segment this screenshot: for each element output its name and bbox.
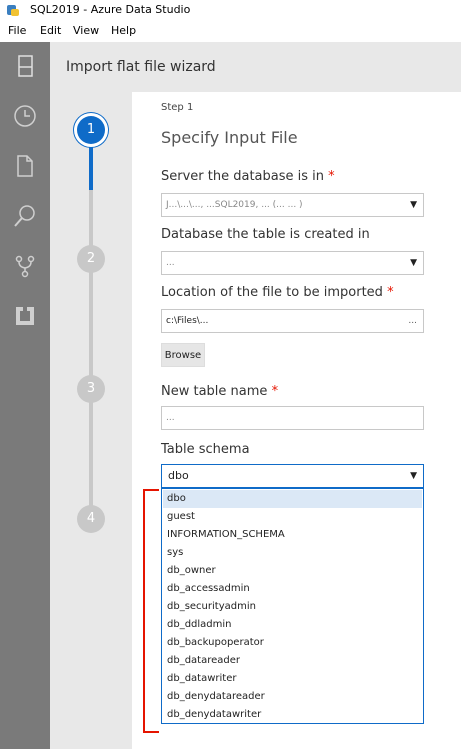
schema-option[interactable]: db_datawriter <box>163 670 422 688</box>
activity-bar <box>0 42 50 749</box>
explorer-icon[interactable] <box>13 54 37 78</box>
browse-button[interactable]: Browse <box>161 343 205 367</box>
schema-option[interactable]: db_backupoperator <box>163 634 422 652</box>
extensions-icon[interactable] <box>13 304 37 328</box>
file-location-input[interactable]: c:\Files\... ... <box>161 309 424 333</box>
wizard-title: Import flat file wizard <box>66 59 216 75</box>
menu-bar: File Edit View Help <box>0 20 461 42</box>
azure-data-studio-logo-icon <box>7 5 19 16</box>
table-name-label: New table name * <box>161 384 279 399</box>
step-label: Step 1 <box>161 102 194 113</box>
required-marker: * <box>387 285 394 300</box>
location-ellipsis: ... <box>408 316 417 326</box>
table-name-input[interactable]: ... <box>161 406 424 430</box>
source-control-icon[interactable] <box>13 254 37 278</box>
step-4-indicator[interactable]: 4 <box>77 505 105 533</box>
menu-file[interactable]: File <box>8 20 26 42</box>
history-icon[interactable] <box>13 104 37 128</box>
schema-value: dbo <box>168 469 189 482</box>
schema-option[interactable]: db_denydatareader <box>163 688 422 706</box>
chevron-down-icon: ▼ <box>410 258 417 268</box>
schema-dropdown-list: dbo guest INFORMATION_SCHEMA sys db_owne… <box>161 488 424 724</box>
schema-option[interactable]: INFORMATION_SCHEMA <box>163 526 422 544</box>
chevron-down-icon: ▼ <box>410 200 417 210</box>
wizard-header: Import flat file wizard <box>50 42 461 92</box>
schema-option[interactable]: db_denydatawriter <box>163 706 422 723</box>
chevron-down-icon: ▼ <box>410 471 417 481</box>
server-select[interactable]: J...\...\..., ...SQL2019, ... (... ... )… <box>161 193 424 217</box>
database-value: ... <box>166 258 175 268</box>
schema-label: Table schema <box>161 442 250 457</box>
window-title: SQL2019 - Azure Data Studio <box>30 3 191 16</box>
title-bar: SQL2019 - Azure Data Studio <box>0 0 461 20</box>
step-3-indicator[interactable]: 3 <box>77 375 105 403</box>
file-location-value: c:\Files\... <box>166 316 209 326</box>
database-select[interactable]: ... ▼ <box>161 251 424 275</box>
step-title: Specify Input File <box>161 128 298 147</box>
server-value: J...\...\..., ...SQL2019, ... (... ... ) <box>166 200 303 210</box>
required-marker: * <box>328 169 335 184</box>
required-marker: * <box>271 384 279 399</box>
step-1-indicator[interactable]: 1 <box>77 116 105 144</box>
menu-edit[interactable]: Edit <box>40 20 61 42</box>
schema-option[interactable]: db_datareader <box>163 652 422 670</box>
database-label: Database the table is created in <box>161 227 370 242</box>
schema-option[interactable]: db_accessadmin <box>163 580 422 598</box>
step-2-indicator[interactable]: 2 <box>77 245 105 273</box>
schema-option[interactable]: db_ddladmin <box>163 616 422 634</box>
schema-option[interactable]: dbo <box>163 490 422 508</box>
menu-help[interactable]: Help <box>111 20 136 42</box>
schema-option[interactable]: sys <box>163 544 422 562</box>
table-name-value: ... <box>166 413 175 423</box>
schema-select[interactable]: dbo ▼ <box>161 464 424 488</box>
location-label: Location of the file to be imported * <box>161 285 394 300</box>
file-icon[interactable] <box>13 154 37 178</box>
schema-option[interactable]: db_securityadmin <box>163 598 422 616</box>
annotation-bracket <box>143 489 159 733</box>
server-label: Server the database is in * <box>161 169 335 184</box>
schema-option[interactable]: guest <box>163 508 422 526</box>
search-icon[interactable] <box>13 204 37 228</box>
schema-option[interactable]: db_owner <box>163 562 422 580</box>
menu-view[interactable]: View <box>73 20 99 42</box>
